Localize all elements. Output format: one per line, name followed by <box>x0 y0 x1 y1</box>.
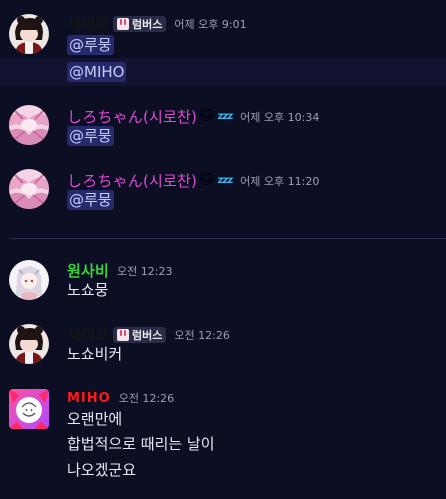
message-content: 나오겠군요 <box>67 461 137 479</box>
username[interactable]: しろちゃん(시로찬) <box>67 170 197 191</box>
avatar[interactable] <box>9 14 49 54</box>
message-content: 노쇼비커 <box>67 345 123 363</box>
username[interactable]: MIHO <box>67 391 111 406</box>
message-content: 오랜만에 <box>67 410 123 428</box>
server-tag-label: 럼버스 <box>132 17 163 31</box>
chat-messages: 세이코 럼버스 어제 오후 9:01 @루뭉 @MIHO しろちゃん(시로찬) … <box>0 0 446 499</box>
avatar[interactable] <box>9 169 49 209</box>
user-mention[interactable]: @루뭉 <box>67 190 114 210</box>
message-content: @루뭉 <box>67 34 114 56</box>
avatar[interactable] <box>9 260 49 300</box>
avatar[interactable] <box>9 389 49 429</box>
server-tag[interactable]: 럼버스 <box>113 326 167 343</box>
user-mention[interactable]: @MIHO <box>67 62 127 82</box>
timestamp[interactable]: 어제 오후 9:01 <box>174 16 246 32</box>
bunny-icon <box>117 17 130 30</box>
timestamp[interactable]: 어제 오후 11:20 <box>240 173 319 189</box>
message-content: @루뭉 <box>67 189 114 211</box>
server-tag-label: 럼버스 <box>132 328 163 342</box>
avatar[interactable] <box>9 105 49 145</box>
server-tag[interactable]: 럼버스 <box>113 15 167 32</box>
cat-emoji-icon: 🐱 <box>200 173 214 188</box>
username[interactable]: しろちゃん(시로찬) <box>67 106 197 127</box>
timestamp[interactable]: 오전 12:26 <box>119 390 174 406</box>
message-content: @루뭉 <box>67 125 114 147</box>
user-mention[interactable]: @루뭉 <box>67 126 114 146</box>
message-content: @MIHO <box>67 61 127 83</box>
cat-emoji-icon: 🐱 <box>200 109 214 124</box>
username[interactable]: 세이코 <box>67 13 109 34</box>
sleeping-status-icon: zzz <box>217 175 234 186</box>
message-divider <box>10 238 446 239</box>
username[interactable]: 원사비 <box>67 260 109 281</box>
username[interactable]: 세이코 <box>67 324 109 345</box>
message-content: 노쇼뭉 <box>67 281 109 299</box>
avatar[interactable] <box>9 324 49 364</box>
timestamp[interactable]: 어제 오후 10:34 <box>240 109 319 125</box>
timestamp[interactable]: 오전 12:26 <box>174 327 229 343</box>
bunny-icon <box>117 328 130 341</box>
timestamp[interactable]: 오전 12:23 <box>117 263 172 279</box>
message-content: 합법적으로 때리는 날이 <box>67 435 215 453</box>
sleeping-status-icon: zzz <box>217 111 234 122</box>
user-mention[interactable]: @루뭉 <box>67 35 114 55</box>
